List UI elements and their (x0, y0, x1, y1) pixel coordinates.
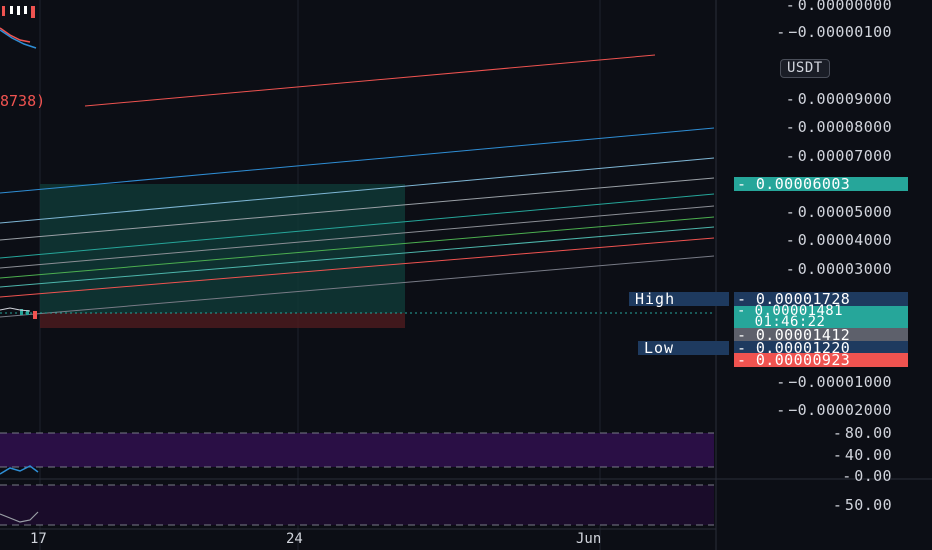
high-label: High (629, 292, 729, 307)
price-tick: -0.00008000 (785, 118, 892, 136)
price-tick: - −0.00001000 (776, 373, 892, 391)
price-tick: - −0.00002000 (776, 401, 892, 419)
price-tick: -0.00007000 (785, 147, 892, 165)
indicator-label-fragment: 8738) (0, 92, 46, 110)
time-tick: 24 (286, 531, 303, 547)
oscillator-1-pane (0, 433, 714, 467)
oscillator-1-tick: -40.00 (832, 446, 892, 464)
candles-top-left (0, 6, 37, 49)
current-price-tag: - 0.00006003 (734, 177, 908, 192)
price-tick: -0.00000000 (785, 0, 892, 14)
price-tick: -0.00003000 (785, 260, 892, 278)
oscillator-2-pane (0, 485, 714, 525)
time-tick: 17 (30, 531, 47, 547)
oscillator-2-tick: -50.00 (832, 496, 892, 514)
last-price-tag: - 0.00001481 01:46:22 (734, 304, 908, 329)
oscillator-1-tick: -80.00 (832, 424, 892, 442)
currency-button[interactable]: USDT (780, 59, 830, 78)
long-position-loss-zone (40, 313, 405, 328)
price-tick: - −0.00000100 (776, 23, 892, 41)
price-axis[interactable]: -0.00000000 - −0.00000100 -0.00009000 -0.… (716, 0, 932, 550)
price-tick: -0.00005000 (785, 203, 892, 221)
time-tick: Jun (576, 531, 602, 547)
price-tick: -0.00009000 (785, 90, 892, 108)
low-label: Low (638, 341, 729, 356)
red-price-tag: - 0.00000923 (734, 353, 908, 368)
oscillator-1-tick: -0.00 (842, 467, 892, 485)
price-tick: -0.00004000 (785, 231, 892, 249)
